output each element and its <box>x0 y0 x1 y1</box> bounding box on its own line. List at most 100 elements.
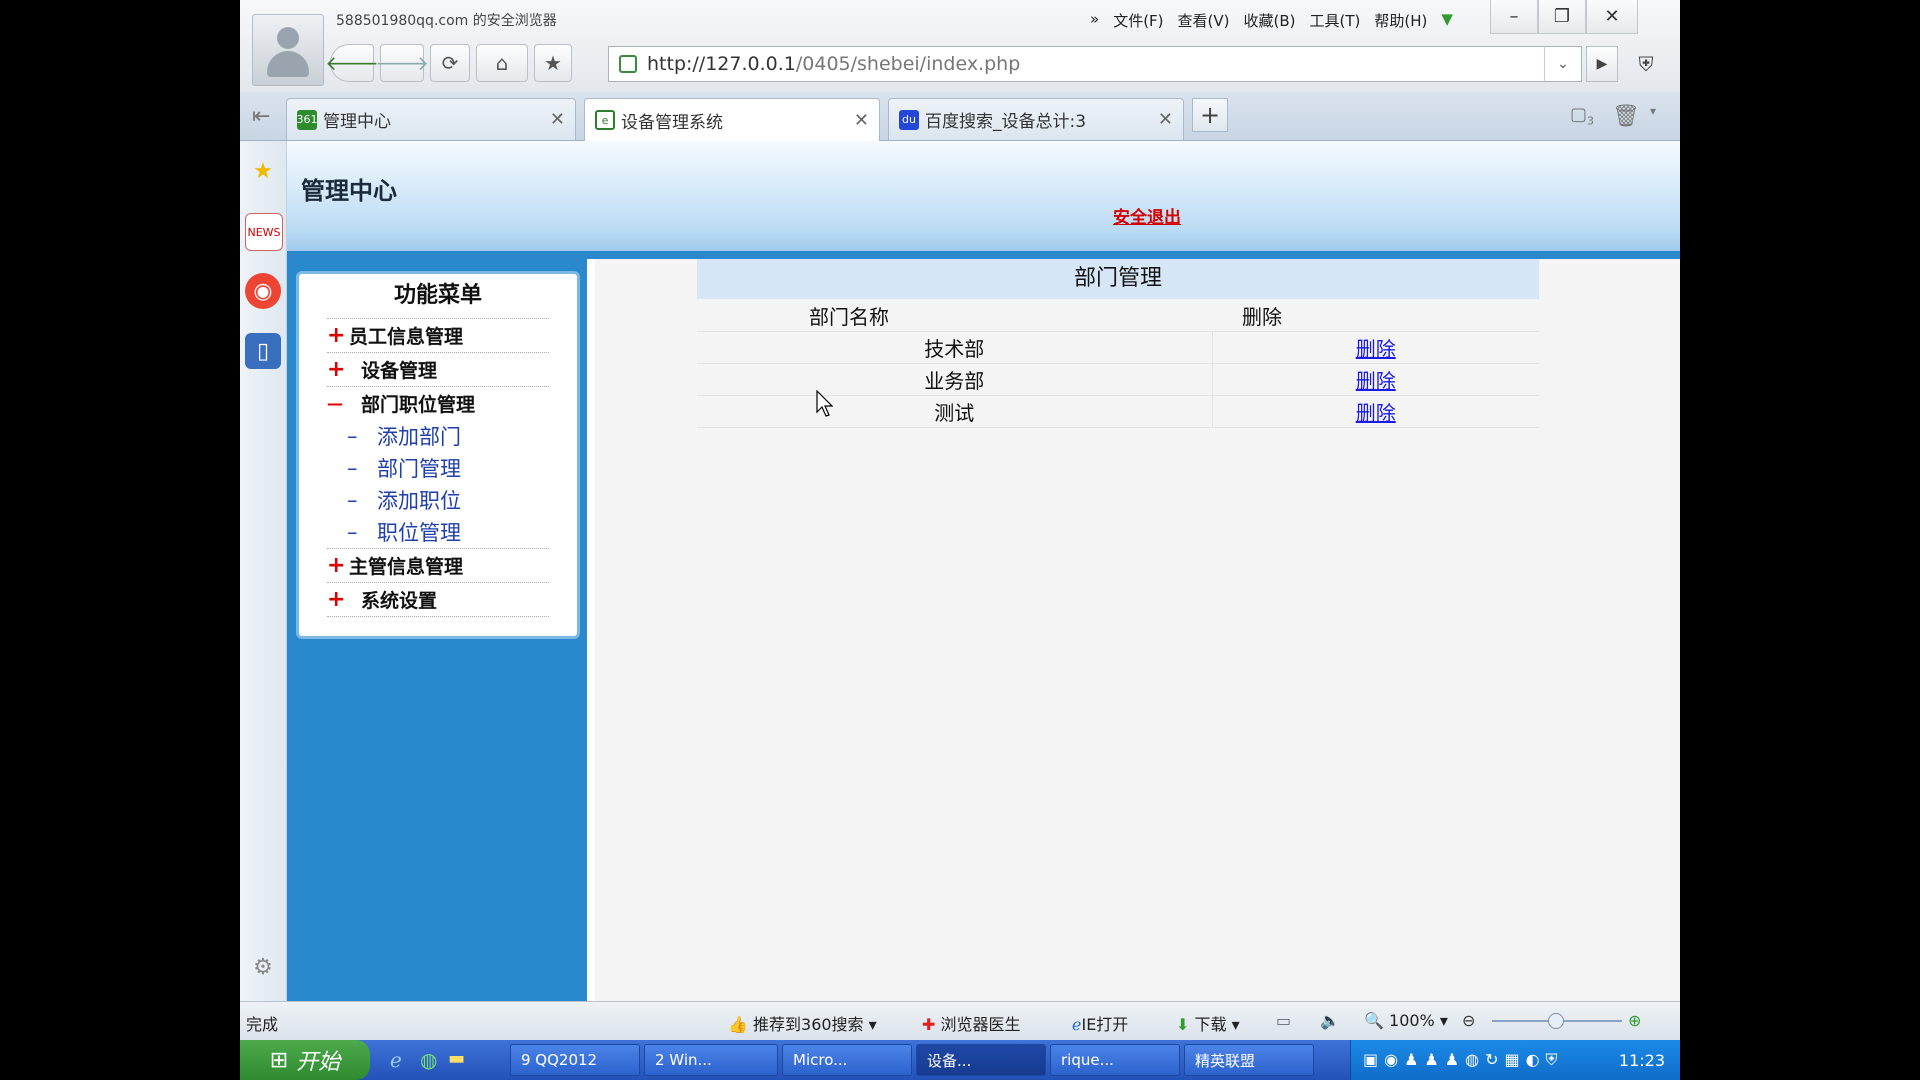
favorites-star-icon[interactable]: ★ <box>245 153 281 189</box>
clock: 11:23 <box>1618 1050 1665 1070</box>
home-button[interactable]: ⌂ <box>476 44 528 82</box>
recommend-360-button[interactable]: 👍 推荐到360搜索 ▾ <box>728 1011 877 1035</box>
taskbar-elite-league[interactable]: 精英联盟 <box>1184 1044 1314 1076</box>
close-icon[interactable]: ✕ <box>550 109 565 130</box>
trash-icon[interactable]: 🗑 <box>1612 104 1640 129</box>
menu-group-label: 部门职位管理 <box>361 394 476 416</box>
browser-doctor-button[interactable]: ✚ 浏览器医生 <box>922 1011 1021 1035</box>
mobile-icon[interactable]: ▯ <box>245 333 281 369</box>
refresh-button[interactable]: ⟳ <box>430 44 470 82</box>
menu-group-label: 主管信息管理 <box>349 556 464 578</box>
thumb-icon: 👍 <box>728 1015 748 1034</box>
zoom-slider-handle[interactable] <box>1548 1013 1564 1029</box>
header-department-name: 部门名称 <box>697 299 1212 332</box>
home-icon: ⌂ <box>495 51 509 75</box>
minimize-button[interactable]: – <box>1490 0 1538 34</box>
menu-view[interactable]: 查看(V) <box>1178 10 1230 31</box>
windows-logo-icon: ⊞ <box>269 1047 289 1073</box>
web-page: 管理中心 安全退出 功能菜单 + 员工信息管理 + 设备管理 — 部门职位管理 … <box>287 141 1680 1001</box>
closed-tabs-icon[interactable]: ▢3 <box>1570 104 1594 128</box>
delete-link[interactable]: 删除 <box>1356 401 1396 425</box>
close-window-button[interactable]: ✕ <box>1586 0 1638 34</box>
favorite-button[interactable]: ★ <box>534 44 572 82</box>
gear-icon[interactable]: ⚙ <box>245 949 281 985</box>
delete-link[interactable]: 删除 <box>1356 337 1396 361</box>
url-text[interactable]: http://127.0.0.1/0405/shebei/index.php <box>647 53 1544 75</box>
menu-tools[interactable]: 工具(T) <box>1310 10 1361 31</box>
weibo-icon[interactable]: ◉ <box>245 273 281 309</box>
page-icon <box>619 55 637 73</box>
status-text: 完成 <box>246 1015 279 1034</box>
url-path: /0405/shebei/index.php <box>795 53 1021 75</box>
left-column: 功能菜单 + 员工信息管理 + 设备管理 — 部门职位管理 – 添加部门 – 部门管… <box>287 259 587 1001</box>
menu-title: 功能菜单 <box>393 282 482 308</box>
delete-link[interactable]: 删除 <box>1356 369 1396 393</box>
menu-file[interactable]: 文件(F) <box>1113 10 1163 31</box>
new-tab-button[interactable]: + <box>1192 98 1228 132</box>
tray-icons[interactable]: ▣◉♟♟♟◍↻▦◐⛨ <box>1363 1050 1564 1070</box>
ie-open-button[interactable]: ℯIE打开 <box>1072 1011 1128 1035</box>
ie-quicklaunch-icon[interactable]: ℯ <box>390 1048 402 1072</box>
download-icon: ⬇ <box>1176 1015 1190 1034</box>
menu-favorites[interactable]: 收藏(B) <box>1244 10 1296 31</box>
menu-group-supervisor[interactable]: + 主管信息管理 <box>327 548 549 582</box>
tab-device-system[interactable]: e 设备管理系统 ✕ <box>584 98 880 141</box>
taskbar-microsoft[interactable]: Micro... <box>782 1044 912 1076</box>
play-icon: ▶ <box>1596 56 1608 72</box>
download-button[interactable]: ⬇ 下载 ▾ <box>1176 1011 1240 1035</box>
menu-bar: » 文件(F) 查看(V) 收藏(B) 工具(T) 帮助(H) ▼ <box>1090 10 1453 31</box>
menu-group-department[interactable]: — 部门职位管理 <box>327 386 549 420</box>
chevron-down-icon[interactable]: ▾ <box>1650 104 1656 118</box>
360-quicklaunch-icon[interactable]: ◍ <box>420 1048 437 1072</box>
zoom-control[interactable]: 🔍 100% ▾ <box>1364 1011 1448 1030</box>
menu-group-device[interactable]: + 设备管理 <box>327 352 549 386</box>
window-icon[interactable]: ▭ <box>1276 1011 1291 1030</box>
zoom-in-button[interactable]: ⊕ <box>1628 1011 1641 1030</box>
forward-button[interactable]: 🡒 <box>375 44 429 82</box>
user-avatar[interactable] <box>252 14 324 86</box>
go-button[interactable]: ▶ <box>1586 46 1618 82</box>
zoom-out-button[interactable]: ⊖ <box>1462 1011 1475 1030</box>
menu-item-add-department[interactable]: – 添加部门 <box>347 420 577 452</box>
function-menu: 功能菜单 + 员工信息管理 + 设备管理 — 部门职位管理 – 添加部门 – 部门管… <box>296 271 580 639</box>
close-icon[interactable]: ✕ <box>1158 109 1173 130</box>
plus-icon: + <box>327 587 346 612</box>
taskbar-device[interactable]: 设备... <box>916 1044 1046 1076</box>
folder-quicklaunch-icon[interactable]: ▬ <box>448 1048 465 1069</box>
news-icon[interactable]: NEWS <box>245 213 283 251</box>
menu-group-label: 设备管理 <box>361 360 438 382</box>
doctor-icon: ✚ <box>922 1015 936 1034</box>
system-tray: ▣◉♟♟♟◍↻▦◐⛨ 11:23 <box>1350 1040 1680 1080</box>
skin-icon[interactable]: ▼ <box>1441 10 1453 31</box>
restore-button[interactable]: ❐ <box>1538 0 1586 34</box>
back-button[interactable]: 🡐 <box>325 44 379 82</box>
menu-group-settings[interactable]: + 系统设置 <box>327 582 549 617</box>
taskbar-rique[interactable]: rique... <box>1050 1044 1180 1076</box>
menu-help[interactable]: 帮助(H) <box>1374 10 1427 31</box>
start-button[interactable]: ⊞ 开始 <box>240 1040 370 1080</box>
close-icon[interactable]: ✕ <box>854 110 869 131</box>
taskbar: ⊞ 开始 ℯ ◍ ▬ 9 QQ2012 2 Win... Micro... 设备.… <box>240 1040 1680 1080</box>
zoom-icon: 🔍 <box>1364 1011 1384 1030</box>
browser-sidebar: ★ NEWS ◉ ▯ ⚙ <box>240 141 287 1001</box>
menu-item-add-position[interactable]: – 添加职位 <box>347 484 577 516</box>
speaker-icon[interactable]: 🔈 <box>1320 1011 1340 1030</box>
minus-icon: — <box>327 394 343 413</box>
tab-label: 设备管理系统 <box>621 112 723 133</box>
address-bar[interactable]: http://127.0.0.1/0405/shebei/index.php ⌄ <box>608 46 1582 82</box>
taskbar-windows[interactable]: 2 Win... <box>644 1044 778 1076</box>
taskbar-qq[interactable]: 9 QQ2012 <box>510 1044 640 1076</box>
tab-management-center[interactable]: 361 管理中心 ✕ <box>286 98 576 140</box>
department-name: 测试 <box>697 395 1213 428</box>
menu-item-department-management[interactable]: – 部门管理 <box>347 452 577 484</box>
menu-more[interactable]: » <box>1090 10 1099 31</box>
menu-group-employee[interactable]: + 员工信息管理 <box>327 318 549 352</box>
tab-baidu-search[interactable]: du 百度搜索_设备总计:3 ✕ <box>888 98 1184 140</box>
security-shield-icon[interactable]: ⛨ <box>1624 46 1668 82</box>
department-name: 技术部 <box>697 331 1213 364</box>
logout-link[interactable]: 安全退出 <box>1113 203 1181 228</box>
sidebar-toggle-icon[interactable]: ⇤ <box>252 104 270 129</box>
url-host: http://127.0.0.1 <box>647 53 796 75</box>
menu-item-position-management[interactable]: – 职位管理 <box>347 516 577 548</box>
chevron-down-icon[interactable]: ⌄ <box>1544 47 1581 81</box>
